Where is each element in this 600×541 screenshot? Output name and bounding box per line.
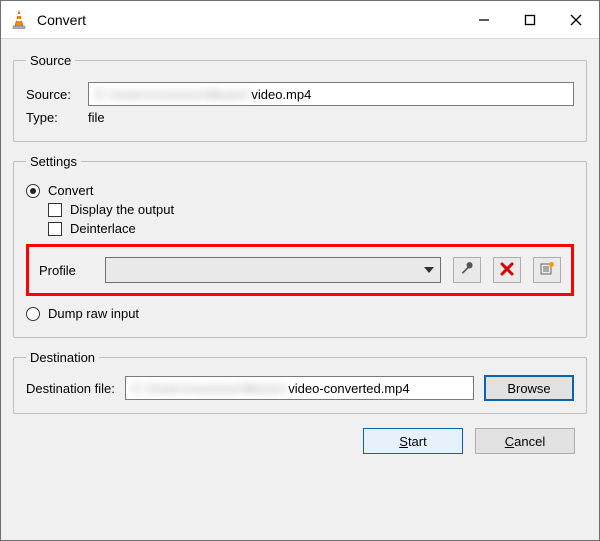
dialog-footer: Start Cancel [13, 422, 587, 456]
radio-icon [26, 307, 40, 321]
source-group: Source Source: C:\Users\xxxxxx\Music\vid… [13, 53, 587, 142]
browse-label: Browse [507, 381, 550, 396]
vlc-icon [9, 10, 29, 30]
destination-path-visible: video-converted.mp4 [288, 381, 409, 396]
close-button[interactable] [553, 1, 599, 39]
delete-profile-button[interactable] [493, 257, 521, 283]
browse-button[interactable]: Browse [484, 375, 574, 401]
source-legend: Source [26, 53, 75, 68]
profile-label: Profile [39, 263, 93, 278]
destination-path-obscured: C:\Users\xxxxxx\Music\ [132, 381, 288, 396]
destination-input[interactable]: C:\Users\xxxxxx\Music\video-converted.mp… [125, 376, 474, 400]
settings-legend: Settings [26, 154, 81, 169]
convert-dialog: Convert Source Source: C:\Users\xxxxxx\M… [0, 0, 600, 541]
destination-group: Destination Destination file: C:\Users\x… [13, 350, 587, 414]
source-path-obscured: C:\Users\xxxxxx\Music\ [95, 87, 251, 102]
settings-group: Settings Convert Display the output Dein… [13, 154, 587, 338]
display-output-label: Display the output [70, 202, 174, 217]
source-path-visible: video.mp4 [251, 87, 311, 102]
destination-legend: Destination [26, 350, 99, 365]
dump-raw-radio-row[interactable]: Dump raw input [26, 306, 574, 321]
list-new-icon [539, 261, 555, 280]
convert-radio-label: Convert [48, 183, 94, 198]
start-button[interactable]: Start [363, 428, 463, 454]
chevron-down-icon [424, 267, 434, 273]
deinterlace-checkbox[interactable]: Deinterlace [48, 221, 574, 236]
client-area: Source Source: C:\Users\xxxxxx\Music\vid… [1, 39, 599, 540]
radio-icon [26, 184, 40, 198]
source-input[interactable]: C:\Users\xxxxxx\Music\video.mp4 [88, 82, 574, 106]
deinterlace-label: Deinterlace [70, 221, 136, 236]
type-label: Type: [26, 110, 80, 125]
checkbox-icon [48, 222, 62, 236]
minimize-button[interactable] [461, 1, 507, 39]
maximize-button[interactable] [507, 1, 553, 39]
destination-label: Destination file: [26, 381, 115, 396]
new-profile-button[interactable] [533, 257, 561, 283]
edit-profile-button[interactable] [453, 257, 481, 283]
window-title: Convert [37, 12, 86, 28]
wrench-icon [459, 261, 475, 280]
profile-combobox[interactable] [105, 257, 441, 283]
source-label: Source: [26, 87, 80, 102]
profile-row-highlight: Profile [26, 244, 574, 296]
titlebar: Convert [1, 1, 599, 39]
cancel-button[interactable]: Cancel [475, 428, 575, 454]
checkbox-icon [48, 203, 62, 217]
dump-raw-label: Dump raw input [48, 306, 139, 321]
type-value: file [88, 110, 105, 125]
display-output-checkbox[interactable]: Display the output [48, 202, 574, 217]
x-icon [499, 261, 515, 280]
convert-radio-row[interactable]: Convert [26, 183, 574, 198]
